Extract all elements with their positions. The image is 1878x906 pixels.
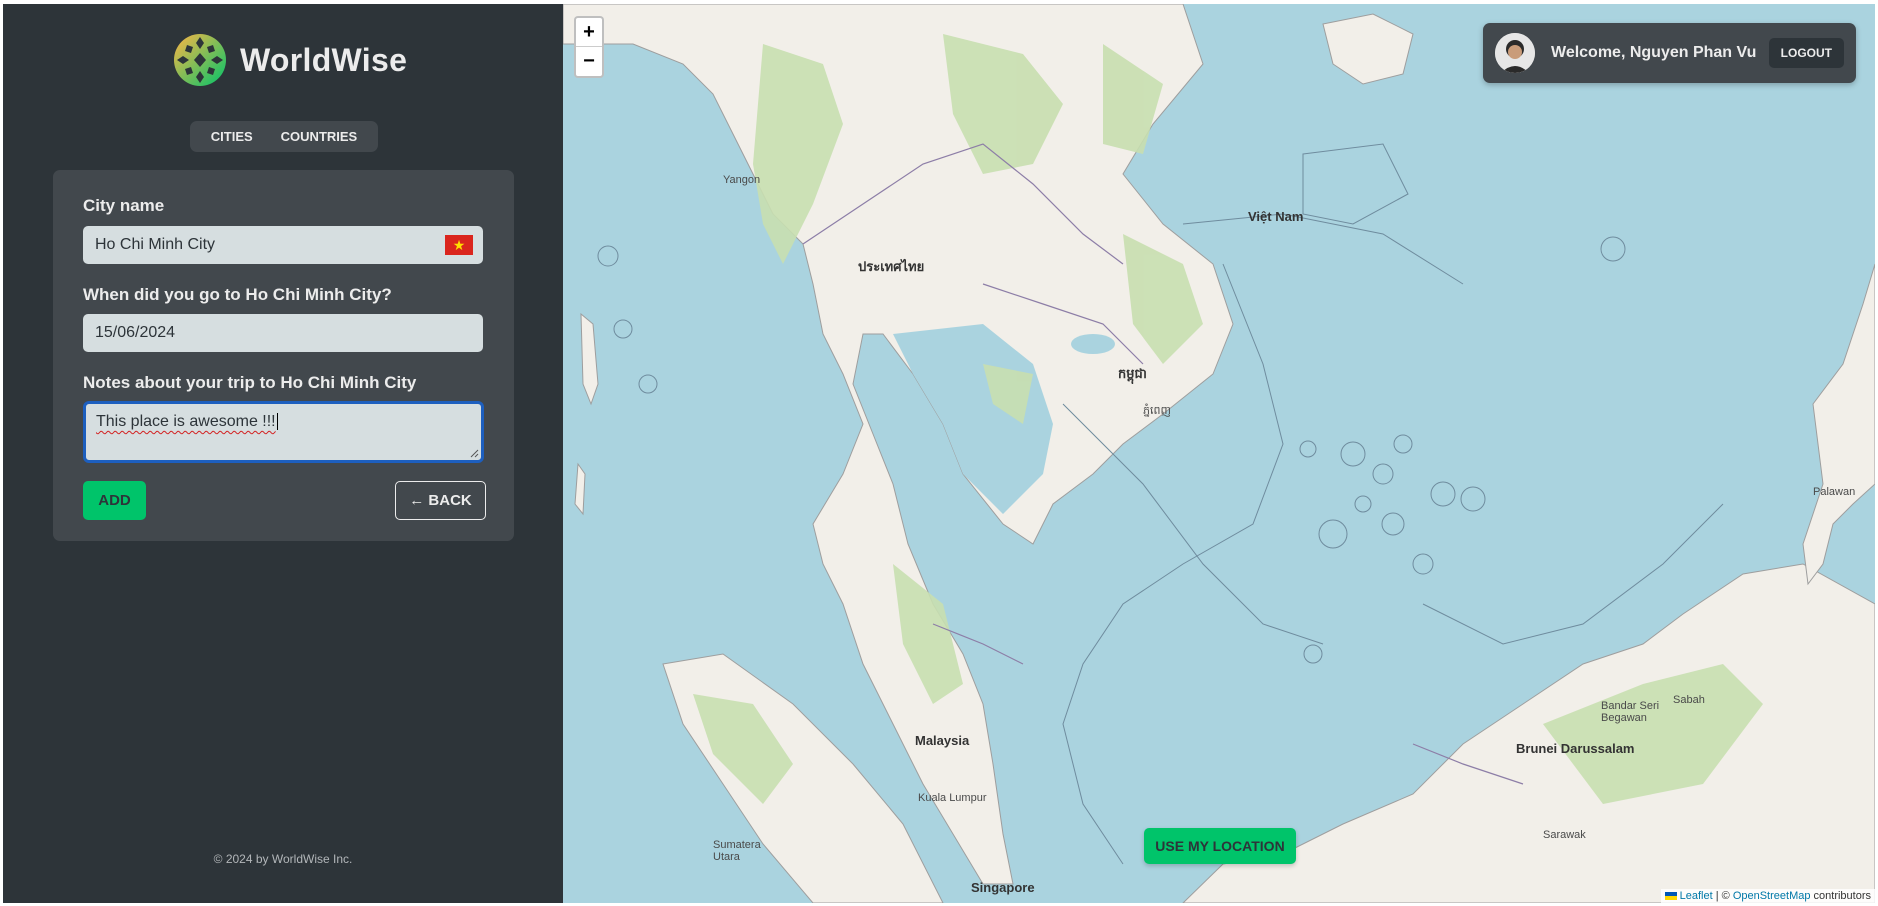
openstreetmap-link[interactable]: OpenStreetMap	[1733, 890, 1811, 902]
map-container[interactable]: ประเทศไทย Việt Nam កម្ពុជា Malaysia Sing…	[563, 4, 1875, 903]
user-avatar-icon	[1495, 33, 1535, 73]
add-city-form: City name Ho Chi Minh City ★ When did yo…	[53, 170, 514, 541]
date-input[interactable]: 15/06/2024	[83, 314, 483, 352]
welcome-text: Welcome, Nguyen Phan Vu	[1551, 44, 1757, 61]
date-value: 15/06/2024	[95, 324, 176, 341]
tab-cities[interactable]: CITIES	[211, 129, 253, 144]
ukraine-flag-icon	[1664, 892, 1677, 901]
map-label-yangon: Yangon	[723, 174, 761, 186]
map-label-phnom-penh: ភ្នំពេញ	[1143, 405, 1171, 417]
city-name-value: Ho Chi Minh City	[95, 236, 216, 253]
map-label-vietnam: Việt Nam	[1248, 209, 1304, 224]
map-label-thailand: ประเทศไทย	[858, 259, 925, 274]
map-label-palawan: Palawan	[1813, 486, 1856, 498]
logout-button[interactable]: LOGOUT	[1768, 38, 1844, 68]
sidebar: WorldWise CITIES COUNTRIES City name Ho …	[3, 4, 563, 903]
back-button[interactable]: ← BACK	[395, 481, 486, 520]
notes-textarea[interactable]: This place is awesome !!!	[83, 401, 484, 463]
tab-switcher: CITIES COUNTRIES	[190, 121, 378, 152]
city-name-label: City name	[83, 196, 165, 215]
user-card: Welcome, Nguyen Phan Vu LOGOUT	[1483, 23, 1856, 83]
vietnam-flag-icon: ★	[445, 235, 473, 255]
zoom-out-button[interactable]: −	[576, 47, 602, 76]
map-label-malaysia: Malaysia	[915, 733, 970, 748]
map-label-brunei: Brunei Darussalam	[1516, 741, 1635, 756]
date-label: When did you go to Ho Chi Minh City?	[83, 285, 392, 304]
map-tiles[interactable]	[563, 4, 1875, 903]
copyright-footer: © 2024 by WorldWise Inc.	[213, 852, 353, 866]
zoom-in-button[interactable]: +	[576, 18, 602, 47]
avatar	[1495, 33, 1535, 73]
logo[interactable]: WorldWise	[173, 33, 407, 87]
resize-handle-icon[interactable]	[469, 448, 479, 458]
use-my-location-button[interactable]: USE MY LOCATION	[1144, 828, 1296, 864]
map-label-bandar-seri-begawan: Bandar Seri Begawan	[1601, 700, 1660, 724]
attribution-contributors: contributors	[1810, 890, 1871, 902]
attribution-separator: | ©	[1712, 890, 1733, 902]
leaflet-link[interactable]: Leaflet	[1680, 890, 1713, 902]
map-label-singapore: Singapore	[971, 880, 1035, 895]
tab-countries[interactable]: COUNTRIES	[281, 129, 358, 144]
add-button[interactable]: ADD	[83, 481, 146, 520]
map-label-cambodia: កម្ពុជា	[1118, 366, 1147, 381]
map-attribution: Leaflet | © OpenStreetMap contributors	[1660, 889, 1875, 903]
zoom-control: + −	[574, 16, 604, 78]
map-label-sarawak: Sarawak	[1543, 829, 1586, 841]
city-name-input[interactable]: Ho Chi Minh City ★	[83, 226, 483, 264]
map-label-sumatera-utara: Sumatera Utara	[713, 839, 761, 863]
map-label-kuala-lumpur: Kuala Lumpur	[918, 792, 987, 804]
app-shell: WorldWise CITIES COUNTRIES City name Ho …	[3, 4, 1875, 903]
notes-value: This place is awesome !!!	[96, 413, 276, 430]
brand-name: WorldWise	[240, 41, 408, 78]
notes-label: Notes about your trip to Ho Chi Minh Cit…	[83, 373, 417, 392]
map-label-sabah: Sabah	[1673, 694, 1705, 706]
globe-logo-icon	[174, 34, 226, 86]
